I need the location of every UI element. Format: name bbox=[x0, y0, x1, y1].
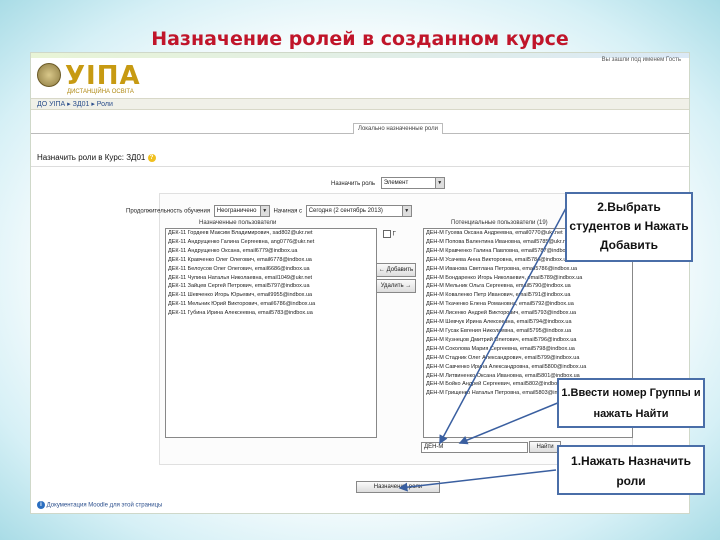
assigned-user-item[interactable]: ДЕК-11 Губина Ирина Алексеевна, email578… bbox=[166, 309, 376, 318]
slide-title: Назначение ролей в созданном курсе bbox=[151, 28, 569, 50]
assign-roles-button[interactable]: Назначение роли bbox=[356, 481, 440, 493]
assigned-user-item[interactable]: ДЕК-11 Андрущенко Галина Сергеевна, ang0… bbox=[166, 238, 376, 247]
breadcrumb[interactable]: ДО УІПА ▸ ЗД01 ▸ Роли bbox=[37, 100, 113, 108]
footer-doc-link[interactable]: i Документация Moodle для этой страницы bbox=[37, 501, 162, 509]
assigned-user-item[interactable]: ДЕК-11 Кравченко Олег Олегович, email677… bbox=[166, 256, 376, 265]
divider bbox=[31, 166, 689, 167]
top-bar bbox=[31, 53, 689, 58]
role-label: Назначить роль bbox=[331, 180, 376, 187]
hide-checkbox-label: Г bbox=[392, 231, 396, 238]
assigned-users-label: Назначенные пользователи bbox=[199, 220, 277, 226]
potential-user-item[interactable]: ДЕН-М Соколова Мария Сергеевна, email579… bbox=[424, 345, 632, 354]
assigned-user-item[interactable]: ДЕК-11 Чупина Наталья Николаевна, email1… bbox=[166, 274, 376, 283]
start-select-value: Сегодня (2 сентябрь 2013) bbox=[308, 208, 383, 214]
chevron-down-icon[interactable]: ▼ bbox=[401, 206, 411, 216]
callout-enter-group: 1.Ввести номер Группы и нажать Найти bbox=[557, 378, 705, 428]
duration-label: Продолжительность обучения bbox=[126, 208, 211, 215]
brand-subtitle: ДИСТАНЦІЙНА ОСВІТА bbox=[67, 89, 134, 95]
potential-users-label: Потенциальные пользователи (19) bbox=[451, 220, 548, 226]
enrol-filters: Продолжительность обучения Неограничено … bbox=[126, 205, 414, 217]
tab-local-roles[interactable]: Локально назначенные роли bbox=[353, 123, 443, 134]
brand-logo[interactable]: УІПА bbox=[65, 61, 141, 91]
chevron-down-icon[interactable]: ▼ bbox=[434, 178, 444, 188]
callout-assign-roles: 1.Нажать Назначить роли bbox=[557, 445, 705, 495]
assigned-user-item[interactable]: ДЕК-11 Зайцев Сергей Петрович, email5797… bbox=[166, 282, 376, 291]
potential-user-item[interactable]: ДЕН-М Савченко Ирина Александровна, emai… bbox=[424, 363, 632, 372]
chevron-down-icon[interactable]: ▼ bbox=[259, 206, 269, 216]
tab-row: Локально назначенные роли bbox=[31, 123, 689, 134]
role-select[interactable]: Элемент ▼ bbox=[380, 177, 445, 189]
remove-button[interactable]: Удалить → bbox=[376, 279, 416, 293]
footer-doc-link-text[interactable]: Документация Moodle для этой страницы bbox=[47, 503, 163, 509]
hide-checkbox-row: Г bbox=[383, 230, 396, 238]
add-button[interactable]: ← Добавить bbox=[376, 263, 416, 277]
page-title-text: Назначить роли в Курс: ЗД01 bbox=[37, 153, 146, 162]
potential-user-item[interactable]: ДЕН-М Гусак Евгения Николаевна, email579… bbox=[424, 327, 632, 336]
hide-checkbox[interactable] bbox=[383, 230, 391, 238]
assigned-user-item[interactable]: ДЕК-11 Гордеев Максим Владимирович, sad8… bbox=[166, 229, 376, 238]
potential-user-item[interactable]: ДЕН-М Иванова Светлана Петровна, email57… bbox=[424, 265, 632, 274]
duration-select-value: Неограничено bbox=[216, 208, 257, 214]
assigned-user-item[interactable]: ДЕК-11 Мельник Юрий Викторович, email678… bbox=[166, 300, 376, 309]
potential-user-item[interactable]: ДЕН-М Коваленко Петр Иванович, email5791… bbox=[424, 291, 632, 300]
assigned-user-item[interactable]: ДЕК-11 Белоусов Олег Олегович, email6686… bbox=[166, 265, 376, 274]
start-label: Начиная с bbox=[273, 208, 303, 215]
potential-user-item[interactable]: ДЕН-М Ткаченко Елена Романовна, email579… bbox=[424, 300, 632, 309]
login-info[interactable]: Вы зашли под именем Гость bbox=[602, 57, 681, 63]
potential-user-item[interactable]: ДЕН-М Шевчук Ирина Алексеевна, email5794… bbox=[424, 318, 632, 327]
start-select[interactable]: Сегодня (2 сентябрь 2013) ▼ bbox=[305, 205, 412, 217]
potential-user-item[interactable]: ДЕН-М Мельник Ольга Сергеевна, email5790… bbox=[424, 282, 632, 291]
potential-user-item[interactable]: ДЕН-М Кузнецов Дмитрий Олегович, email57… bbox=[424, 336, 632, 345]
help-icon[interactable]: ? bbox=[147, 153, 156, 162]
potential-user-item[interactable]: ДЕН-М Бондаренко Игорь Николаевич, email… bbox=[424, 274, 632, 283]
callout-select-students: 2.Выбрать студентов и Нажать Добавить bbox=[565, 192, 693, 262]
potential-user-item[interactable]: ДЕН-М Стадник Олег Александрович, email5… bbox=[424, 354, 632, 363]
assigned-users-list[interactable]: ДЕК-11 Гордеев Максим Владимирович, sad8… bbox=[165, 228, 377, 438]
role-select-value: Элемент bbox=[383, 180, 409, 186]
university-logo-icon bbox=[37, 63, 61, 87]
page-title: Назначить роли в Курс: ЗД01 ? bbox=[37, 153, 156, 162]
duration-select[interactable]: Неограничено ▼ bbox=[213, 205, 270, 217]
assigned-user-item[interactable]: ДЕК-11 Шевченко Игорь Юрьевич, email9955… bbox=[166, 291, 376, 300]
role-select-row: Назначить роль Элемент ▼ bbox=[331, 177, 445, 189]
search-input[interactable]: ДЕН-М bbox=[421, 442, 528, 453]
navbar: ДО УІПА ▸ ЗД01 ▸ Роли bbox=[31, 98, 689, 110]
docs-icon: i bbox=[37, 501, 45, 509]
potential-user-item[interactable]: ДЕН-М Лисенко Андрей Викторович, email57… bbox=[424, 309, 632, 318]
assigned-user-item[interactable]: ДЕК-11 Андрущенко Оксана, email6779@indb… bbox=[166, 247, 376, 256]
